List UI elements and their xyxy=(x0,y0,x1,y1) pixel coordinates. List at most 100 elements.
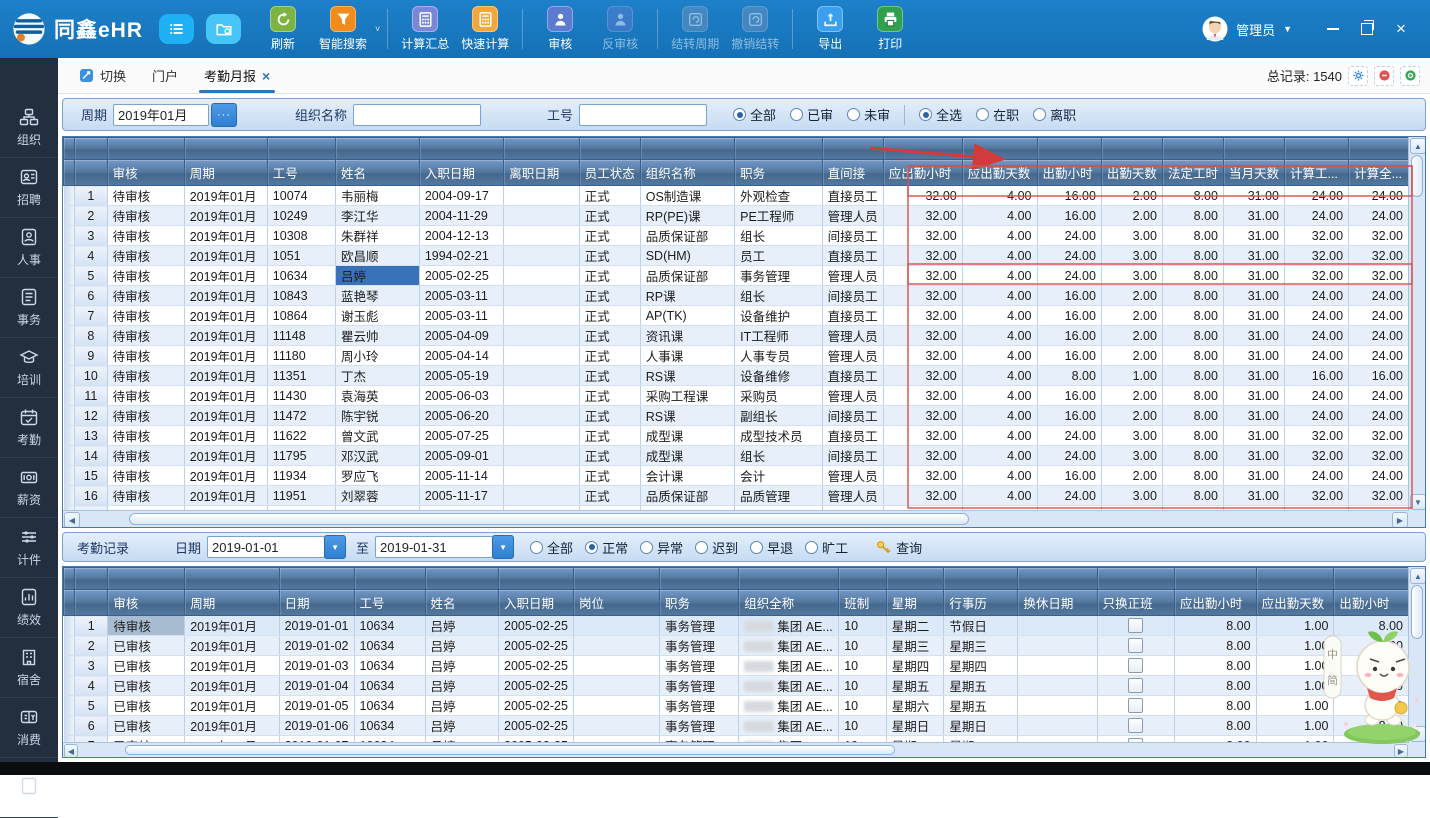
column-header[interactable]: 星期 xyxy=(886,590,944,616)
cell[interactable]: 24.00 xyxy=(1284,186,1348,206)
cell[interactable]: 16 xyxy=(75,486,108,506)
column-header[interactable]: 应出勤小时 xyxy=(883,160,962,186)
cell[interactable] xyxy=(504,386,580,406)
cell[interactable]: 集团 AE... xyxy=(739,616,839,636)
cell[interactable]: 32.00 xyxy=(883,286,962,306)
cell[interactable]: 32.00 xyxy=(883,346,962,366)
cell[interactable]: 2019-01-04 xyxy=(279,676,354,696)
cell[interactable]: 2019年01月 xyxy=(184,306,267,326)
column-header[interactable]: 应出勤天数 xyxy=(1256,590,1334,616)
cell[interactable]: 事务管理 xyxy=(659,636,738,656)
cell[interactable]: 16.00 xyxy=(1037,206,1101,226)
cell[interactable]: 已审核 xyxy=(108,696,185,716)
cell[interactable]: 7 xyxy=(75,306,108,326)
cell[interactable]: 4.00 xyxy=(962,346,1037,366)
cell[interactable] xyxy=(1097,636,1174,656)
grid2-vertical-scrollbar[interactable]: ▲ ▼ xyxy=(1408,567,1425,743)
cell[interactable]: 11795 xyxy=(267,446,335,466)
cell[interactable]: 管理人员 xyxy=(822,326,883,346)
table-row[interactable]: 9待审核2019年01月11180周小玲2005-04-14正式人事课人事专员管… xyxy=(64,346,1409,366)
radio-icon[interactable] xyxy=(695,541,708,554)
cell[interactable]: 正式 xyxy=(579,386,640,406)
table-row[interactable]: 14待审核2019年01月11795邓汉武2005-09-01正式成型课组长间接… xyxy=(64,446,1409,466)
cell[interactable]: 24.00 xyxy=(1349,286,1409,306)
cell[interactable]: 32.00 xyxy=(1349,446,1409,466)
cell[interactable]: 2.00 xyxy=(1101,346,1162,366)
cell[interactable]: 4 xyxy=(75,676,108,696)
cell[interactable]: 星期四 xyxy=(944,656,1018,676)
cell[interactable]: 待审核 xyxy=(107,186,184,206)
scroll-right-icon[interactable]: ▶ xyxy=(1394,744,1408,758)
cell[interactable]: 丁杰 xyxy=(335,366,419,386)
cell[interactable]: 事务管理 xyxy=(659,676,738,696)
cell[interactable]: 11148 xyxy=(267,326,335,346)
cell[interactable] xyxy=(1018,616,1097,636)
cell[interactable] xyxy=(504,186,580,206)
column-header[interactable]: 应出勤天数 xyxy=(962,160,1037,186)
cell[interactable]: 32.00 xyxy=(1284,266,1348,286)
cell[interactable] xyxy=(573,716,659,736)
cell[interactable]: 欧昌顺 xyxy=(335,246,419,266)
cell[interactable]: 2019年01月 xyxy=(184,266,267,286)
swap-shift-checkbox[interactable] xyxy=(1128,678,1143,693)
cell[interactable]: 韦丽梅 xyxy=(335,186,419,206)
date-to-input[interactable] xyxy=(375,536,493,558)
column-header[interactable]: 出勤小时 xyxy=(1334,590,1409,616)
cell[interactable] xyxy=(1018,696,1097,716)
cell[interactable]: 16.00 xyxy=(1037,186,1101,206)
column-header[interactable]: 审核 xyxy=(107,160,184,186)
cell[interactable]: 4.00 xyxy=(962,366,1037,386)
cell[interactable]: 16.00 xyxy=(1037,346,1101,366)
cell[interactable]: 10 xyxy=(839,716,887,736)
cell[interactable]: 10634 xyxy=(267,266,335,286)
cell[interactable]: 8.00 xyxy=(1174,716,1256,736)
cell[interactable]: 2005-02-25 xyxy=(499,656,574,676)
cell[interactable] xyxy=(573,616,659,636)
table-row[interactable]: 2已审核2019年01月2019-01-0210634吕婷2005-02-25事… xyxy=(64,636,1409,656)
cell[interactable]: 间接员工 xyxy=(822,226,883,246)
cell[interactable]: 8.00 xyxy=(1037,366,1101,386)
cell[interactable]: 2005-04-14 xyxy=(419,346,503,366)
cell[interactable]: 32.00 xyxy=(1349,266,1409,286)
sidebar-item-计件[interactable]: 计件 xyxy=(0,518,58,578)
cell[interactable]: 24.00 xyxy=(1037,246,1101,266)
cell[interactable]: 3.00 xyxy=(1101,226,1162,246)
cell[interactable]: 人事课 xyxy=(640,346,734,366)
cell[interactable]: 管理人员 xyxy=(822,466,883,486)
radio-option-全选[interactable]: 全选 xyxy=(919,105,962,124)
cell[interactable]: 2019年01月 xyxy=(185,696,279,716)
cell[interactable]: 组长 xyxy=(735,446,823,466)
cell[interactable]: 16.00 xyxy=(1037,386,1101,406)
toolbar-button-刷新[interactable]: 刷新 xyxy=(253,4,313,54)
cell[interactable]: 32.00 xyxy=(1284,226,1348,246)
column-header[interactable]: 班制 xyxy=(839,590,887,616)
grid1-horizontal-scrollbar[interactable]: ◀ ▶ xyxy=(63,510,1409,527)
cell[interactable]: 待审核 xyxy=(107,286,184,306)
radio-option-全部[interactable]: 全部 xyxy=(733,105,776,124)
cell[interactable]: 正式 xyxy=(579,406,640,426)
cell[interactable]: 直接员工 xyxy=(822,246,883,266)
column-header[interactable]: 直间接 xyxy=(822,160,883,186)
cell[interactable]: 8.00 xyxy=(1174,616,1256,636)
cell[interactable]: 2019年01月 xyxy=(184,326,267,346)
cell[interactable]: 5 xyxy=(75,266,108,286)
cell[interactable]: 2019年01月 xyxy=(184,286,267,306)
cell[interactable]: 事务管理 xyxy=(659,696,738,716)
period-input[interactable] xyxy=(113,104,209,126)
cell[interactable]: 2005-04-09 xyxy=(419,326,503,346)
cell[interactable]: 品质保证部 xyxy=(640,266,734,286)
cell[interactable]: 8.00 xyxy=(1162,346,1223,366)
cell[interactable]: 24.00 xyxy=(1284,286,1348,306)
cell[interactable]: 8 xyxy=(75,326,108,346)
radio-icon[interactable] xyxy=(847,108,860,121)
cell[interactable]: 24.00 xyxy=(1284,326,1348,346)
cell[interactable]: 4.00 xyxy=(962,226,1037,246)
cell[interactable]: 2019年01月 xyxy=(184,186,267,206)
table-row[interactable]: 6待审核2019年01月10843蓝艳琴2005-03-11正式RP课组长间接员… xyxy=(64,286,1409,306)
cell[interactable] xyxy=(504,306,580,326)
column-header[interactable]: 姓名 xyxy=(335,160,419,186)
cell[interactable]: 2019年01月 xyxy=(185,716,279,736)
cell[interactable]: 31.00 xyxy=(1223,226,1284,246)
cell[interactable]: 32.00 xyxy=(1284,446,1348,466)
cell[interactable] xyxy=(1097,616,1174,636)
